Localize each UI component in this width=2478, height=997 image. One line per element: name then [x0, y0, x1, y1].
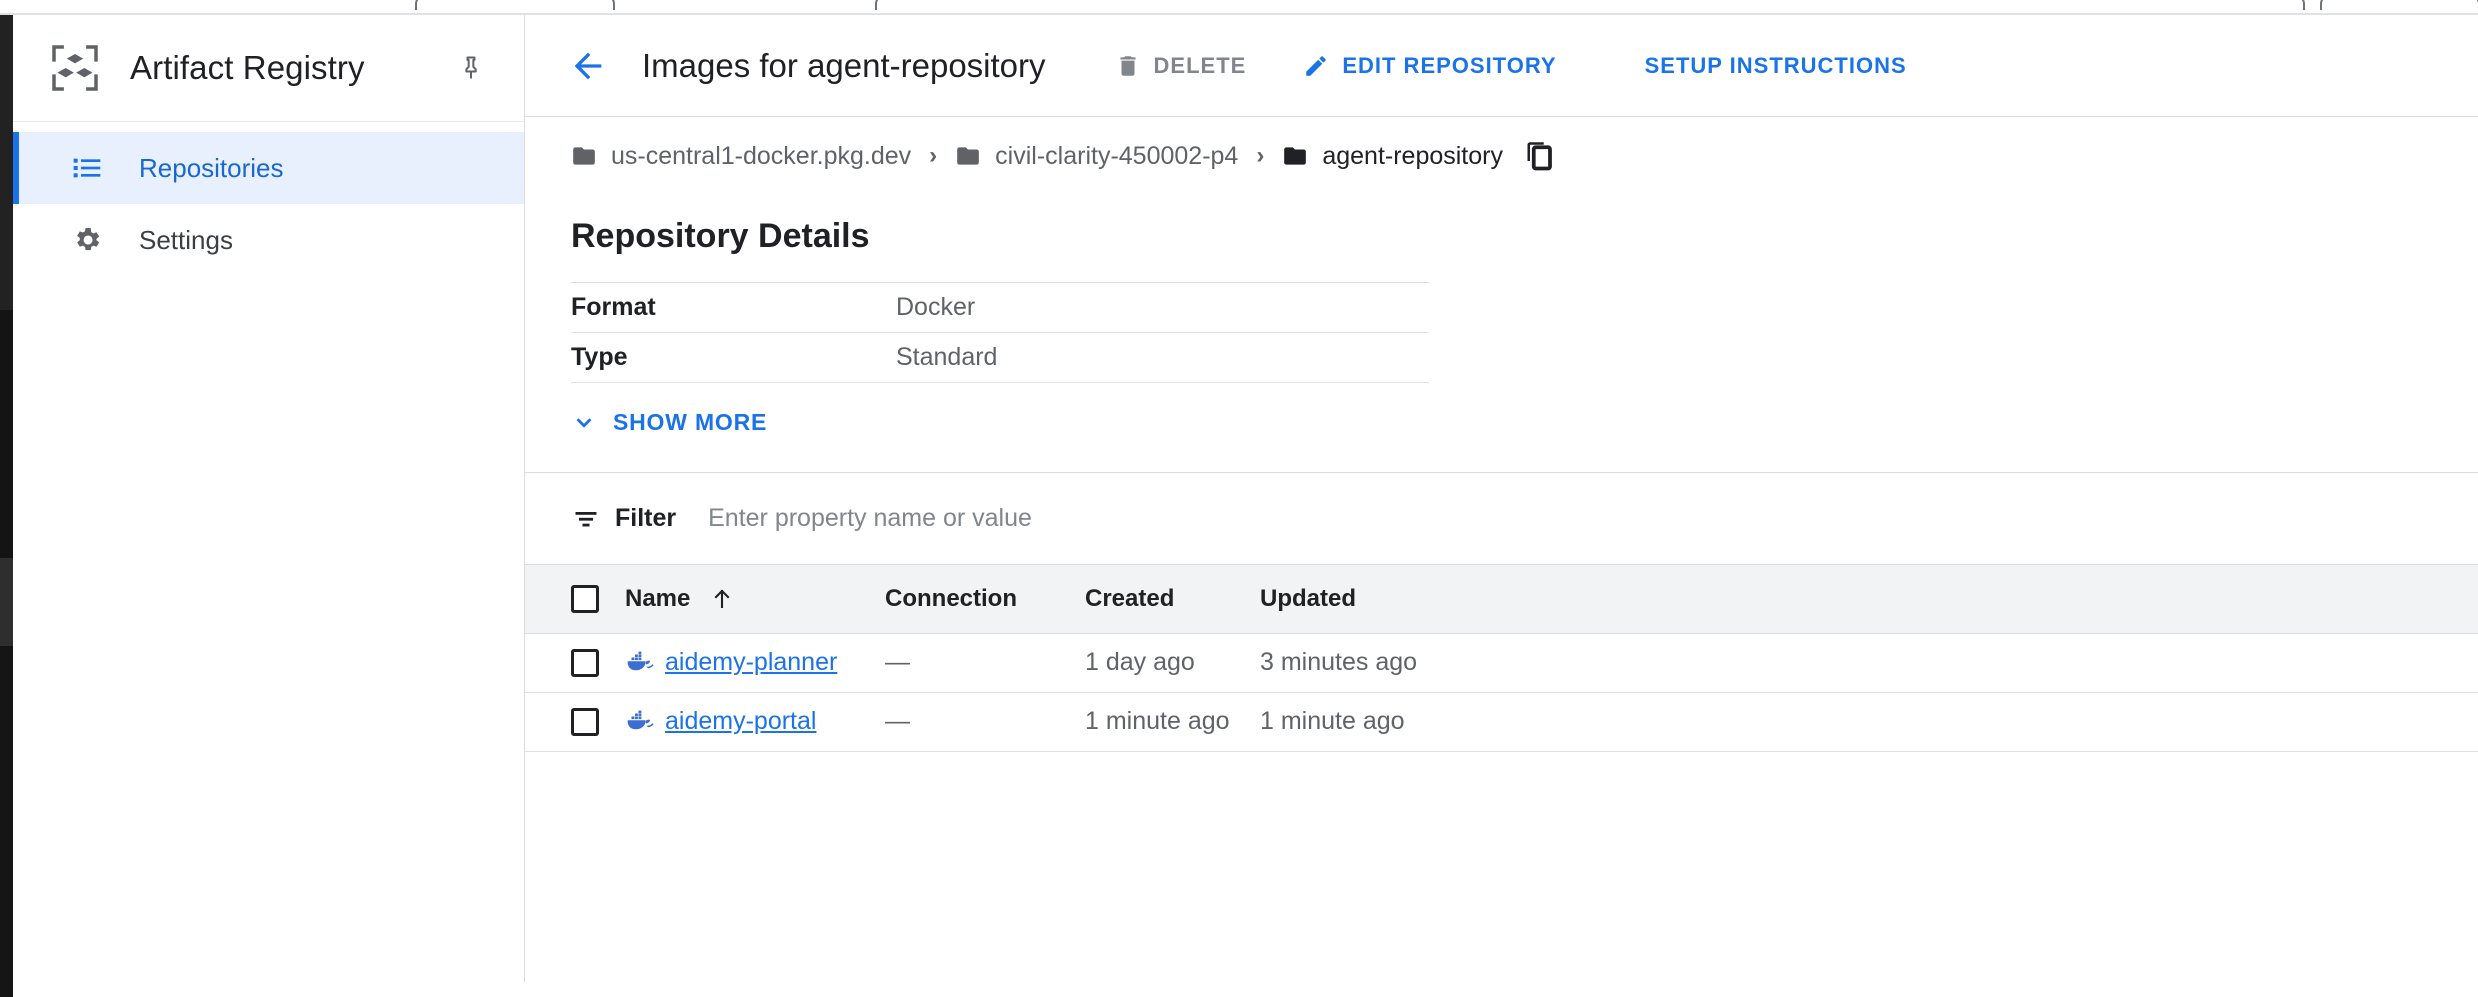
- show-more-button[interactable]: SHOW MORE: [571, 409, 767, 436]
- list-icon: [70, 151, 104, 185]
- details-row: Type Standard: [571, 333, 1429, 383]
- sidebar-item-settings[interactable]: Settings: [13, 204, 524, 276]
- updated-cell: 3 minutes ago: [1260, 633, 2478, 692]
- browser-tab-active[interactable]: [875, 0, 2305, 10]
- page-section-title: Repository Details: [571, 217, 2478, 256]
- breadcrumb-separator: ›: [1256, 142, 1264, 170]
- filter-icon[interactable]: [571, 504, 601, 534]
- details-key: Format: [571, 283, 896, 333]
- pin-icon[interactable]: [456, 53, 486, 83]
- row-select-cell: [525, 633, 625, 692]
- column-header-name[interactable]: Name: [625, 565, 885, 633]
- product-header: Artifact Registry: [13, 15, 524, 122]
- browser-tab-strip: [0, 0, 2478, 13]
- row-checkbox[interactable]: [571, 708, 599, 736]
- image-name-link[interactable]: aidemy-portal: [665, 707, 816, 736]
- image-name-cell: aidemy-planner: [625, 633, 885, 692]
- details-value: Standard: [896, 333, 1429, 383]
- setup-instructions-button[interactable]: SETUP INSTRUCTIONS: [1633, 38, 1919, 94]
- repository-details-table: Format Docker Type Standard: [571, 282, 1429, 383]
- breadcrumb-item-registry[interactable]: us-central1-docker.pkg.dev: [571, 142, 911, 171]
- browser-tab[interactable]: [415, 0, 615, 10]
- column-header-updated[interactable]: Updated: [1260, 565, 2478, 633]
- filter-bar: Filter: [525, 473, 2478, 565]
- artifact-registry-app: Artifact Registry Repositories: [13, 15, 2478, 982]
- page-header: Images for agent-repository DELETE: [525, 15, 2478, 117]
- breadcrumb-label: civil-clarity-450002-p4: [995, 142, 1238, 171]
- folder-icon: [571, 143, 597, 169]
- images-table: Name Connection Created Updated: [525, 565, 2478, 752]
- page-body: us-central1-docker.pkg.dev › civil-clari…: [525, 117, 2478, 752]
- breadcrumb: us-central1-docker.pkg.dev › civil-clari…: [525, 117, 2478, 195]
- filter-input[interactable]: [708, 499, 2478, 539]
- created-cell: 1 day ago: [1085, 633, 1260, 692]
- select-all-header: [525, 565, 625, 633]
- breadcrumb-label: us-central1-docker.pkg.dev: [611, 142, 911, 171]
- arrow-left-icon[interactable]: [564, 42, 612, 90]
- chevron-down-icon: [571, 410, 597, 436]
- select-all-checkbox[interactable]: [571, 585, 599, 613]
- sidebar-nav: Repositories Settings: [13, 122, 524, 276]
- show-more-label: SHOW MORE: [613, 409, 767, 436]
- delete-button[interactable]: DELETE: [1102, 38, 1259, 94]
- docker-icon: [625, 707, 655, 737]
- image-name-link[interactable]: aidemy-planner: [665, 648, 837, 677]
- table-row[interactable]: aidemy-portal — 1 minute ago 1 minute ag…: [525, 692, 2478, 751]
- product-title: Artifact Registry: [130, 49, 365, 87]
- connection-cell: —: [885, 633, 1085, 692]
- setup-instructions-button-label: SETUP INSTRUCTIONS: [1645, 53, 1907, 79]
- delete-button-label: DELETE: [1154, 53, 1247, 79]
- column-header-created[interactable]: Created: [1085, 565, 1260, 633]
- filter-label: Filter: [615, 504, 676, 533]
- updated-cell: 1 minute ago: [1260, 692, 2478, 751]
- main-content: Images for agent-repository DELETE: [525, 15, 2478, 982]
- sidebar: Artifact Registry Repositories: [13, 15, 525, 982]
- artifact-registry-icon: [47, 40, 103, 96]
- row-checkbox[interactable]: [571, 649, 599, 677]
- details-key: Type: [571, 333, 896, 383]
- connection-cell: —: [885, 692, 1085, 751]
- breadcrumb-label: agent-repository: [1322, 142, 1503, 171]
- column-header-connection[interactable]: Connection: [885, 565, 1085, 633]
- breadcrumb-item-repository: agent-repository: [1282, 142, 1503, 171]
- folder-icon: [955, 143, 981, 169]
- column-header-label: Name: [625, 585, 690, 613]
- folder-icon: [1282, 143, 1308, 169]
- page-title: Images for agent-repository: [642, 47, 1046, 85]
- trash-icon: [1114, 52, 1142, 80]
- image-name-cell: aidemy-portal: [625, 692, 885, 751]
- docker-icon: [625, 648, 655, 678]
- edit-repository-button-label: EDIT REPOSITORY: [1342, 53, 1556, 79]
- pencil-icon: [1302, 52, 1330, 80]
- gear-icon: [70, 223, 104, 257]
- browser-tab[interactable]: [2320, 0, 2478, 10]
- breadcrumb-item-project[interactable]: civil-clarity-450002-p4: [955, 142, 1238, 171]
- details-value: Docker: [896, 283, 1429, 333]
- copy-icon[interactable]: [1523, 139, 1557, 173]
- row-select-cell: [525, 692, 625, 751]
- created-cell: 1 minute ago: [1085, 692, 1260, 751]
- sidebar-item-repositories[interactable]: Repositories: [13, 132, 524, 204]
- sidebar-item-label: Repositories: [139, 153, 284, 184]
- header-actions: DELETE EDIT REPOSITORY SETUP INSTRUCTION…: [1102, 38, 1951, 94]
- desktop-background-strip: [0, 15, 13, 982]
- breadcrumb-separator: ›: [929, 142, 937, 170]
- table-header-row: Name Connection Created Updated: [525, 565, 2478, 633]
- table-row[interactable]: aidemy-planner — 1 day ago 3 minutes ago: [525, 633, 2478, 692]
- edit-repository-button[interactable]: EDIT REPOSITORY: [1290, 38, 1568, 94]
- arrow-up-icon: [710, 587, 734, 611]
- details-row: Format Docker: [571, 283, 1429, 333]
- sidebar-item-label: Settings: [139, 225, 233, 256]
- repository-details-section: Repository Details Format Docker Type St…: [525, 195, 2478, 436]
